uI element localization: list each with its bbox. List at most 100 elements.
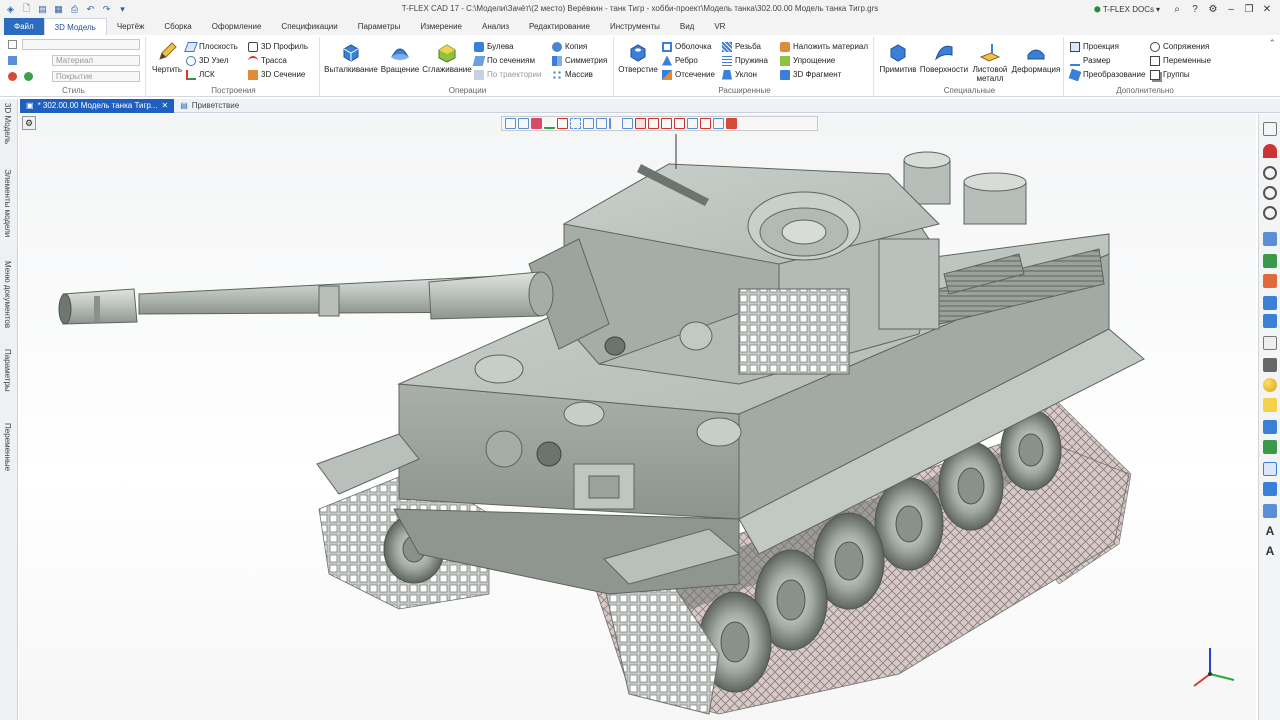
tab-vr[interactable]: VR: [704, 18, 735, 35]
lcs-button[interactable]: ЛСК: [186, 68, 215, 81]
tab-tools[interactable]: Инструменты: [600, 18, 670, 35]
section-button[interactable]: 3D Сечение: [248, 68, 305, 81]
copy-button[interactable]: Копия: [552, 40, 587, 53]
primitive-button[interactable]: Примитив: [878, 41, 918, 74]
tank-model-render[interactable]: [19, 114, 1256, 720]
mates-button[interactable]: Сопряжения: [1150, 40, 1209, 53]
panel-tab-document-menu[interactable]: Меню документов: [3, 261, 12, 328]
tab-editing[interactable]: Редактирование: [519, 18, 600, 35]
tab-analysis[interactable]: Анализ: [472, 18, 519, 35]
shading-icon[interactable]: [1263, 358, 1277, 372]
minimize-button[interactable]: –: [1224, 2, 1238, 16]
profile-button[interactable]: 3D Профиль: [248, 40, 308, 53]
environment-icon[interactable]: [1263, 504, 1277, 518]
3d-viewport[interactable]: ⚙: [19, 114, 1256, 720]
panel-tab-parameters[interactable]: Параметры: [3, 349, 12, 392]
view-top-icon[interactable]: [1263, 314, 1277, 328]
camera-icon[interactable]: [1263, 462, 1277, 476]
view-front-icon[interactable]: [1263, 296, 1277, 310]
panel-tab-3d-model[interactable]: 3D Модель: [3, 103, 12, 144]
help-icon[interactable]: ?: [1188, 2, 1202, 16]
surfaces-icon: [935, 45, 953, 61]
close-tab-icon[interactable]: ✕: [161, 101, 168, 110]
magnet-icon[interactable]: [1263, 144, 1277, 158]
fragment-button[interactable]: 3D Фрагмент: [780, 68, 841, 81]
spring-button[interactable]: Пружина: [722, 54, 768, 67]
path-button[interactable]: Трасса: [248, 54, 287, 67]
tflex-docs-menu[interactable]: ⬢ T-FLEX DOCs ▾: [1094, 5, 1160, 14]
node-button[interactable]: 3D Узел: [186, 54, 229, 67]
panel-tab-model-elements[interactable]: Элементы модели: [3, 169, 12, 237]
symmetry-button[interactable]: Симметрия: [552, 54, 607, 67]
annotation-icon[interactable]: A: [1263, 544, 1277, 558]
zoom-in-icon[interactable]: [1263, 166, 1277, 180]
ribbon-collapse-icon[interactable]: ⌃: [1268, 38, 1276, 49]
open-icon[interactable]: ▤: [36, 3, 49, 15]
simplify-button[interactable]: Упрощение: [780, 54, 835, 67]
rib-button[interactable]: Ребро: [662, 54, 698, 67]
layer-combo[interactable]: [22, 39, 140, 50]
smooth-button[interactable]: Сглаживание: [422, 41, 472, 74]
orbit-icon[interactable]: [1263, 274, 1277, 288]
tab-view[interactable]: Вид: [670, 18, 704, 35]
measure-icon[interactable]: [1263, 420, 1277, 434]
tab-specifications[interactable]: Спецификации: [271, 18, 347, 35]
tab-measurement[interactable]: Измерение: [410, 18, 472, 35]
close-button[interactable]: ✕: [1260, 2, 1274, 16]
extrude-button[interactable]: Выталкивание: [324, 41, 378, 74]
search-icon[interactable]: ⌕: [1170, 2, 1184, 16]
revolve-button[interactable]: Вращение: [378, 41, 422, 74]
zoom-window-icon[interactable]: [1263, 206, 1277, 220]
rotate-icon[interactable]: [1263, 232, 1277, 246]
document-tab-active[interactable]: ▣ * 302.00.00 Модель танка Тигр... ✕: [20, 98, 175, 113]
text-icon[interactable]: A: [1263, 524, 1277, 538]
apply-material-button[interactable]: Наложить материал: [780, 40, 868, 53]
draft-button[interactable]: Уклон: [722, 68, 757, 81]
tab-design[interactable]: Оформление: [202, 18, 272, 35]
save-icon[interactable]: ▦: [52, 3, 65, 15]
tab-assembly[interactable]: Сборка: [154, 18, 201, 35]
boolean-button[interactable]: Булева: [474, 40, 514, 53]
select-icon[interactable]: [1263, 122, 1277, 136]
sphere-icon[interactable]: [1263, 378, 1277, 392]
options-icon[interactable]: ▾: [116, 3, 129, 15]
app-logo-icon[interactable]: ◈: [4, 3, 17, 15]
new-file-icon[interactable]: 🗋: [20, 3, 33, 15]
surfaces-button[interactable]: Поверхности: [920, 41, 968, 74]
view-iso-icon[interactable]: [1263, 336, 1277, 350]
deformation-button[interactable]: Деформация: [1010, 41, 1062, 74]
zoom-out-icon[interactable]: [1263, 186, 1277, 200]
undo-icon[interactable]: ↶: [84, 3, 97, 15]
print-icon[interactable]: ⎙: [68, 3, 81, 15]
array-button[interactable]: Массив: [552, 68, 593, 81]
sweep-button[interactable]: По траектории: [474, 68, 541, 81]
transform-button[interactable]: Преобразование: [1068, 68, 1145, 81]
shell-button[interactable]: Оболочка: [662, 40, 711, 53]
sheet-metal-button[interactable]: Листовой металл: [970, 41, 1010, 83]
coating-combo[interactable]: Покрытие: [52, 71, 140, 82]
restore-button[interactable]: ❐: [1242, 2, 1256, 16]
color-palette-icon[interactable]: [1263, 440, 1277, 454]
dimension-button[interactable]: Размер: [1070, 54, 1111, 67]
draw-button[interactable]: Чертить: [150, 41, 184, 74]
pan-icon[interactable]: [1263, 254, 1277, 268]
settings-icon[interactable]: ⚙: [1206, 2, 1220, 16]
loft-button[interactable]: По сечениям: [472, 54, 535, 67]
hole-button[interactable]: Отверстие: [618, 41, 658, 74]
tab-parameters[interactable]: Параметры: [348, 18, 411, 35]
redo-icon[interactable]: ↷: [100, 3, 113, 15]
section-view-icon[interactable]: [1263, 398, 1277, 412]
cut-button[interactable]: Отсечение: [662, 68, 715, 81]
groups-button[interactable]: Группы: [1150, 68, 1190, 81]
variables-button[interactable]: Переменные: [1150, 54, 1211, 67]
tab-file[interactable]: Файл: [4, 18, 44, 35]
panel-tab-variables[interactable]: Переменные: [3, 423, 12, 471]
light-icon[interactable]: [1263, 482, 1277, 496]
tab-3d-model[interactable]: 3D Модель: [43, 18, 107, 35]
projection-button[interactable]: Проекция: [1070, 40, 1119, 53]
document-tab-welcome[interactable]: ▤ Приветствие: [174, 99, 245, 113]
thread-button[interactable]: Резьба: [722, 40, 761, 53]
tab-drawing[interactable]: Чертёж: [107, 18, 155, 35]
plane-button[interactable]: Плоскость: [184, 40, 238, 53]
material-combo[interactable]: Материал: [52, 55, 140, 66]
